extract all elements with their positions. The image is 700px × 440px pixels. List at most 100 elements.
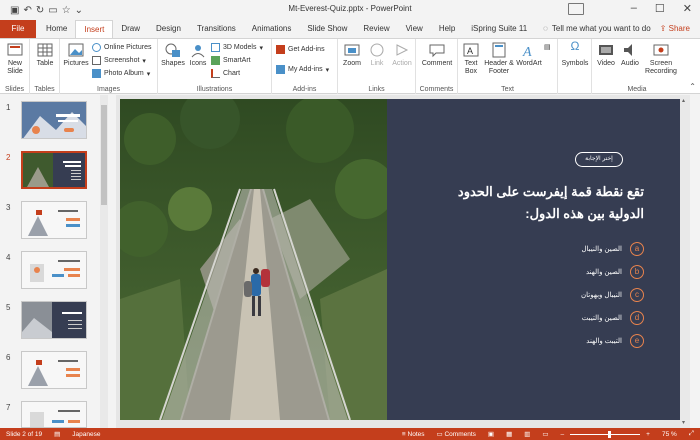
customize-qat-icon[interactable]: ⌄ (75, 5, 83, 16)
tab-draw[interactable]: Draw (113, 20, 148, 38)
group-label-tables: Tables (34, 86, 55, 93)
answer-option-b[interactable]: الصين والهند b (586, 265, 644, 279)
shapes-button[interactable]: Shapes (160, 42, 186, 68)
zoom-icon (343, 42, 361, 58)
table-button[interactable]: Table (34, 42, 56, 68)
normal-view-icon[interactable]: ▣ (482, 430, 500, 438)
thumbnail-slide-5[interactable]: 5 (0, 301, 98, 347)
link-button[interactable]: Link (365, 42, 389, 68)
question-panel: إختر الإجابة تقع نقطة قمة إيفرست على الح… (387, 99, 688, 420)
star-icon[interactable]: ☆ (62, 5, 71, 16)
comments-button[interactable]: ▭ Comments (431, 430, 482, 438)
screen-recording-button[interactable]: Screen Recording (642, 42, 680, 76)
get-addins-button[interactable]: Get Add-ins (276, 45, 325, 54)
tab-insert[interactable]: Insert (75, 20, 114, 38)
group-links: Zoom Link Action Links (338, 39, 416, 94)
online-pictures-button[interactable]: Online Pictures (92, 43, 151, 52)
thumbnail-slide-4[interactable]: 4 (0, 251, 98, 297)
group-media: Video Audio Screen Recording Media (592, 39, 682, 94)
thumbnail-slide-1[interactable]: 1 (0, 101, 98, 147)
thumbnails-scrollbar[interactable] (100, 95, 108, 428)
collapse-ribbon-icon[interactable]: ⌃ (689, 82, 696, 91)
reading-view-icon[interactable]: ▥ (518, 430, 536, 438)
3d-models-button[interactable]: 3D Models ▾ (211, 43, 263, 52)
tab-design[interactable]: Design (148, 20, 189, 38)
group-illustrations: Shapes Icons 3D Models ▾ SmartArt Chart … (158, 39, 272, 94)
maximize-icon[interactable]: ☐ (655, 2, 665, 15)
thumbnail-slide-3[interactable]: 3 (0, 201, 98, 247)
wordart-button[interactable]: A WordArt (516, 42, 542, 68)
scrollbar-thumb[interactable] (101, 105, 107, 205)
tab-review[interactable]: Review (355, 20, 397, 38)
tab-view[interactable]: View (398, 20, 431, 38)
answer-option-d[interactable]: الصين والتيبت d (582, 311, 644, 325)
minimize-icon[interactable]: – (631, 2, 637, 15)
zoom-button[interactable]: Zoom (340, 42, 364, 68)
present-icon[interactable]: ▭ (48, 5, 57, 16)
slide-sorter-icon[interactable]: ▦ (500, 430, 518, 438)
pictures-button[interactable]: Pictures (62, 42, 90, 68)
tab-help[interactable]: Help (431, 20, 463, 38)
chart-button[interactable]: Chart (211, 69, 240, 78)
comment-button[interactable]: Comment (418, 42, 456, 68)
ribbon-display-options-button[interactable] (568, 3, 584, 15)
video-button[interactable]: Video (594, 42, 618, 68)
redo-icon[interactable]: ↻ (36, 5, 44, 16)
app-name: PowerPoint (370, 4, 412, 13)
answer-option-a[interactable]: الصين والنيبال a (581, 242, 644, 256)
group-slides: New Slide Slides (0, 39, 30, 94)
answer-option-c[interactable]: النيبال وبهوتان c (581, 288, 644, 302)
scroll-up-icon[interactable]: ▴ (682, 97, 685, 104)
action-icon (393, 42, 411, 58)
smartart-button[interactable]: SmartArt (211, 56, 251, 65)
thumbnail-slide-2[interactable]: 2 (0, 151, 98, 197)
thumbnail-slide-6[interactable]: 6 (0, 351, 98, 397)
text-box-button[interactable]: A Text Box (460, 42, 482, 76)
language-indicator[interactable]: Japanese (66, 431, 106, 438)
audio-button[interactable]: Audio (619, 42, 641, 68)
new-slide-button[interactable]: New Slide (3, 42, 27, 76)
close-icon[interactable]: ✕ (683, 2, 692, 15)
editor-scrollbar[interactable]: ▴ ▾ (680, 95, 690, 428)
undo-icon[interactable]: ↶ (23, 5, 31, 16)
zoom-out-icon[interactable]: – (555, 431, 571, 438)
scroll-down-icon[interactable]: ▾ (682, 419, 685, 426)
photo-album-button[interactable]: Photo Album ▾ (92, 69, 150, 78)
store-icon (276, 45, 285, 54)
group-text: A Text Box Header & Footer A WordArt ▤ T… (458, 39, 558, 94)
cube-icon (211, 43, 220, 52)
zoom-in-icon[interactable]: + (640, 431, 656, 438)
chevron-down-icon: ▾ (325, 66, 330, 74)
text-extra-icon[interactable]: ▤ (544, 43, 551, 51)
addin-icon (276, 65, 285, 74)
zoom-slider-thumb[interactable] (608, 430, 612, 438)
symbols-button[interactable]: Ω Symbols (560, 40, 590, 68)
share-button[interactable]: ⇪ Share (660, 20, 690, 38)
action-button[interactable]: Action (389, 42, 415, 68)
tab-transitions[interactable]: Transitions (189, 20, 244, 38)
header-footer-icon (490, 42, 508, 58)
header-footer-button[interactable]: Header & Footer (483, 42, 515, 76)
answer-option-e[interactable]: التيبت والهند e (586, 334, 644, 348)
zoom-level[interactable]: 75 % (656, 431, 683, 438)
screenshot-button[interactable]: Screenshot ▾ (92, 56, 146, 65)
notes-button[interactable]: ≡ Notes (396, 431, 431, 438)
tab-file[interactable]: File (0, 20, 36, 38)
slideshow-icon[interactable]: ▭ (536, 430, 554, 438)
zoom-slider[interactable] (570, 430, 641, 438)
tab-home[interactable]: Home (38, 20, 75, 38)
slide-thumbnail (21, 251, 87, 289)
current-slide[interactable]: إختر الإجابة تقع نقطة قمة إيفرست على الح… (120, 99, 688, 420)
tab-ispring[interactable]: iSpring Suite 11 (463, 20, 535, 38)
fit-slide-icon[interactable]: ⤢ (683, 430, 700, 438)
my-addins-button[interactable]: My Add-ins ▾ (276, 65, 329, 74)
tell-me-box[interactable]: ◌ Tell me what you want to do (535, 20, 658, 38)
screenshot-icon (92, 56, 101, 65)
tab-slide-show[interactable]: Slide Show (299, 20, 355, 38)
save-icon[interactable]: ▣ (10, 5, 19, 16)
icons-button[interactable]: Icons (187, 42, 209, 68)
tab-animations[interactable]: Animations (244, 20, 300, 38)
spelling-icon[interactable]: ▤ (48, 430, 66, 438)
slide-number: 7 (6, 403, 11, 412)
ribbon-tabs: File Home Insert Draw Design Transitions… (0, 20, 700, 38)
